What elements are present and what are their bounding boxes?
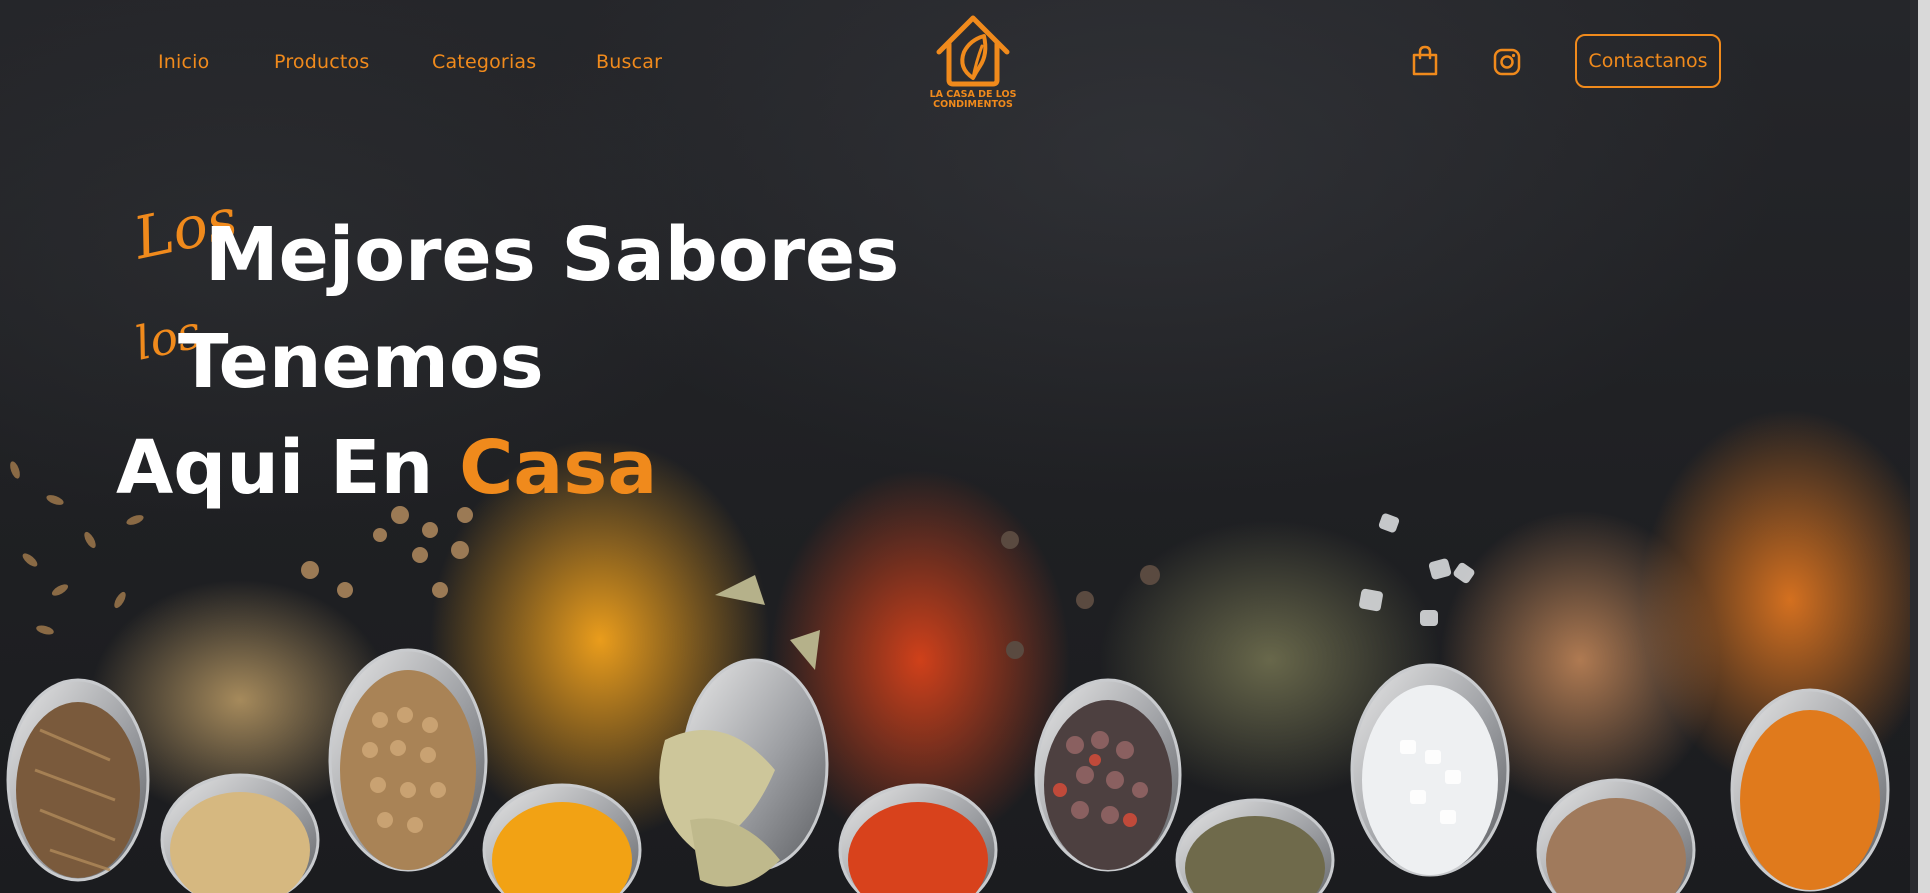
house-leaf-icon xyxy=(936,15,1010,87)
nav-link-productos[interactable]: Productos xyxy=(274,51,369,73)
headline-line-3: Aqui En Casa xyxy=(116,428,657,508)
headline-line-1: Mejores Sabores xyxy=(205,212,900,298)
instagram-icon[interactable] xyxy=(1493,48,1521,80)
top-navigation: Inicio Productos Categorias Buscar LA CA… xyxy=(0,0,1910,120)
nav-link-categorias[interactable]: Categorias xyxy=(432,51,536,73)
nav-link-inicio[interactable]: Inicio xyxy=(158,51,209,73)
brand-name: LA CASA DE LOS CONDIMENTOS xyxy=(929,89,1017,110)
brand-logo[interactable]: LA CASA DE LOS CONDIMENTOS xyxy=(928,10,1018,110)
nav-link-buscar[interactable]: Buscar xyxy=(596,51,662,73)
headline-accent-casa: Casa xyxy=(459,425,658,511)
page-scrollbar[interactable] xyxy=(1910,0,1930,893)
headline-line-3-text: Aqui En xyxy=(116,425,434,511)
contact-button[interactable]: Contactanos xyxy=(1575,34,1721,88)
shopping-bag-icon[interactable] xyxy=(1411,45,1439,77)
hero-background: Inicio Productos Categorias Buscar LA CA… xyxy=(0,0,1910,893)
headline-line-2: Tenemos xyxy=(178,319,544,405)
